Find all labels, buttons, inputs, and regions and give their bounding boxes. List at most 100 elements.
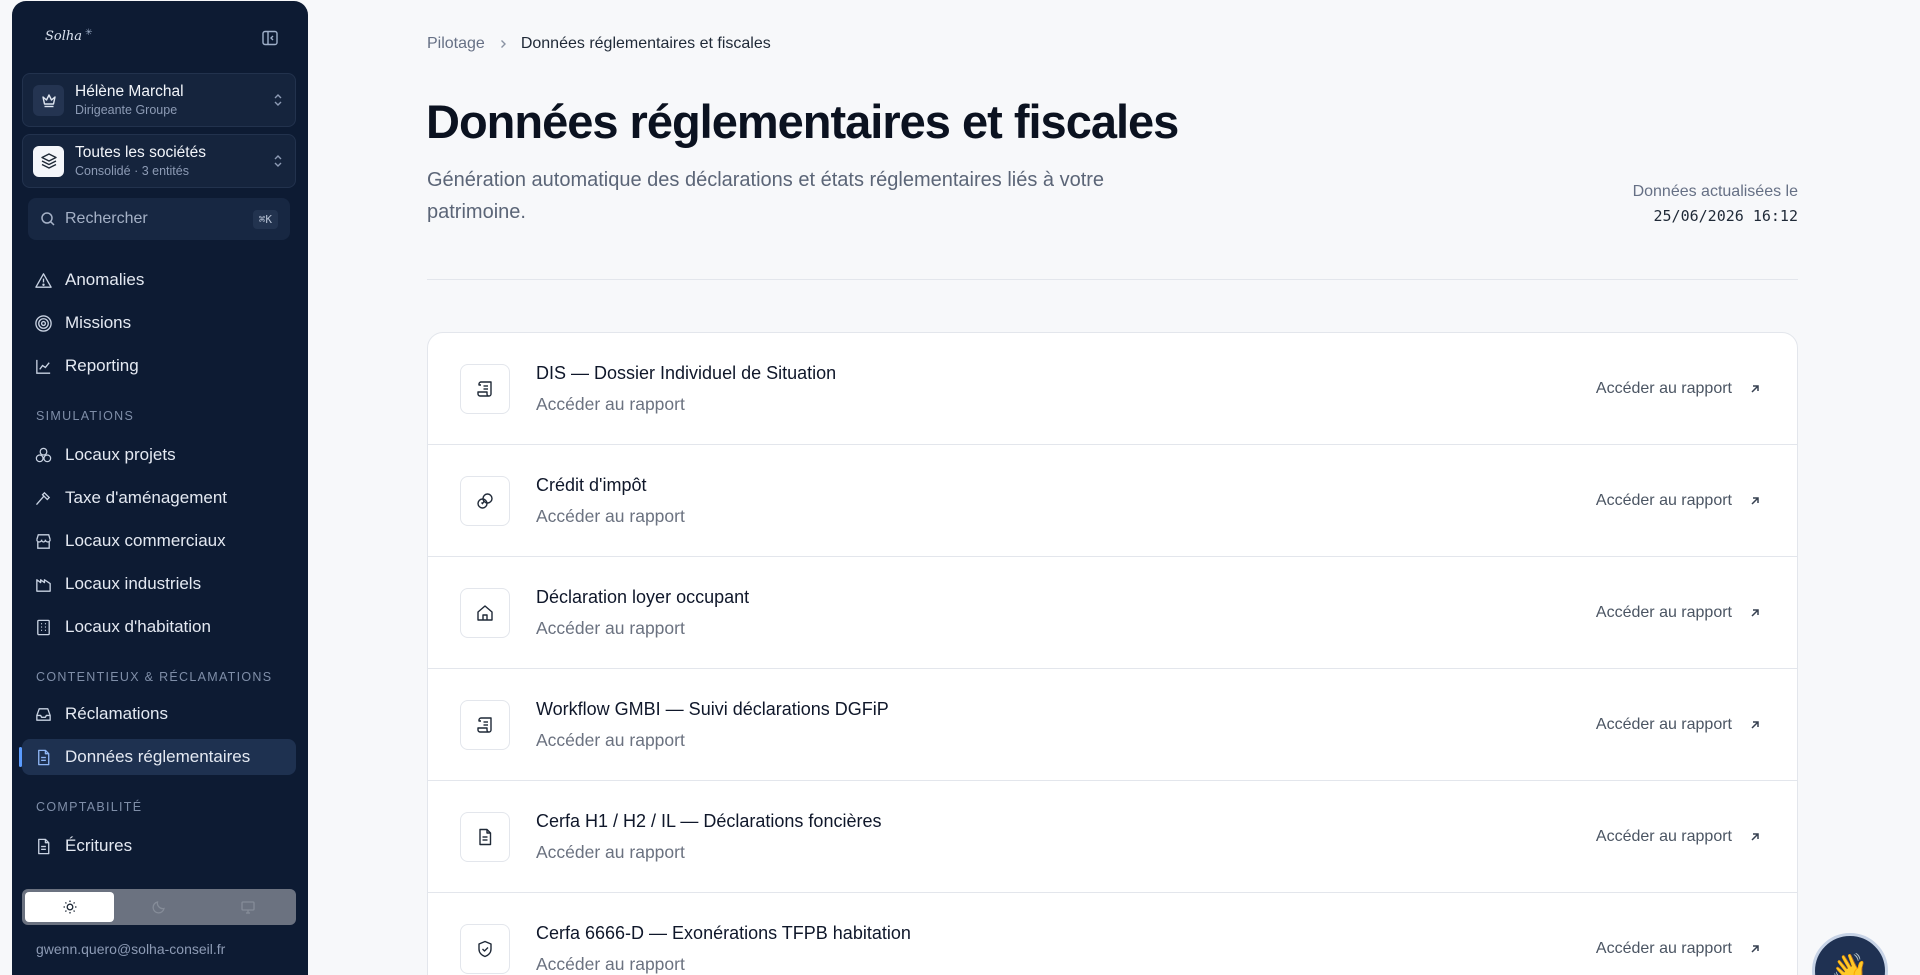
report-subtitle: Accéder au rapport [536, 953, 685, 974]
search-icon [41, 212, 55, 226]
nav-item-reporting[interactable]: Reporting [22, 348, 296, 384]
report-row-credit-impot[interactable]: Crédit d'impôt Accéder au rapport Accéde… [428, 445, 1797, 557]
theme-light-button[interactable] [25, 892, 115, 922]
open-report-label: Accéder au rapport [1595, 379, 1732, 397]
nav-item-missions[interactable]: Missions [22, 305, 296, 341]
report-title: DIS — Dossier Individuel de Situation [536, 362, 837, 383]
arrow-up-right-icon [1751, 720, 1759, 729]
user-role: Dirigeante Groupe [75, 103, 178, 117]
moon-icon [152, 901, 165, 914]
user-name: Hélène Marchal [75, 83, 184, 100]
shield-check-icon [460, 923, 510, 974]
last-updated: Données actualisées le 25/06/2026 16:12 [1633, 183, 1798, 225]
nav-label: Réclamations [65, 704, 168, 723]
report-title: Crédit d'impôt [536, 474, 647, 495]
nav-item-donnees-reglementaires[interactable]: Données réglementaires [19, 739, 296, 775]
logo-text: Solha [45, 29, 83, 44]
divider [427, 279, 1798, 280]
search-placeholder: Rechercher [65, 210, 148, 227]
nav-item-locaux-habitation[interactable]: Locaux d'habitation [22, 609, 296, 645]
sun-icon [63, 900, 77, 914]
hammer-icon [36, 491, 51, 505]
page-description: Génération automatique des déclarations … [427, 169, 1105, 223]
report-subtitle: Accéder au rapport [536, 617, 685, 638]
company-name: Toutes les sociétés [75, 144, 206, 161]
page-title: Données réglementaires et fiscales [426, 95, 1179, 148]
scroll-icon [460, 363, 510, 414]
logo[interactable]: Solha ✳ [45, 27, 93, 44]
nav-label: Locaux commerciaux [65, 531, 226, 550]
chevrons-up-down-icon [274, 94, 282, 106]
nav-item-locaux-projets[interactable]: Locaux projets [22, 437, 296, 473]
home-icon [460, 587, 510, 638]
nav-label: Anomalies [65, 270, 145, 289]
report-title: Déclaration loyer occupant [536, 586, 750, 607]
nav-label: Locaux industriels [65, 574, 202, 593]
company-sub: Consolidé · 3 entités [75, 164, 189, 178]
nav-item-locaux-industriels[interactable]: Locaux industriels [22, 566, 296, 602]
nav-label: Locaux d'habitation [65, 617, 211, 636]
breadcrumb-root[interactable]: Pilotage [427, 35, 485, 53]
report-title: Cerfa 6666-D — Exonérations TFPB habitat… [536, 922, 911, 943]
open-report-label: Accéder au rapport [1595, 939, 1732, 957]
report-subtitle: Accéder au rapport [536, 729, 685, 750]
report-row-workflow-gmbi[interactable]: Workflow GMBI — Suivi déclarations DGFiP… [428, 669, 1797, 781]
report-title: Workflow GMBI — Suivi déclarations DGFiP [536, 698, 889, 719]
report-subtitle: Accéder au rapport [536, 393, 685, 414]
open-report-link[interactable]: Accéder au rapport [1596, 716, 1762, 734]
report-subtitle: Accéder au rapport [536, 505, 685, 526]
breadcrumb: Pilotage Données réglementaires et fisca… [427, 35, 771, 53]
report-title: Cerfa H1 / H2 / IL — Déclarations fonciè… [536, 810, 882, 831]
nav-label: Données réglementaires [65, 747, 251, 766]
arrow-up-right-icon [1751, 832, 1759, 841]
inbox-icon [36, 707, 51, 721]
nav-item-reclamations[interactable]: Réclamations [22, 696, 296, 732]
open-report-link[interactable]: Accéder au rapport [1596, 940, 1762, 958]
waving-hand-icon: 👋 [1831, 953, 1869, 975]
section-title-contentieux: CONTENTIEUX & RÉCLAMATIONS [36, 670, 273, 684]
report-row-loyer-occupant[interactable]: Déclaration loyer occupant Accéder au ra… [428, 557, 1797, 669]
nav-label: Taxe d'aménagement [65, 488, 228, 507]
report-row-dis[interactable]: DIS — Dossier Individuel de Situation Ac… [428, 333, 1797, 445]
open-report-link[interactable]: Accéder au rapport [1596, 604, 1762, 622]
help-chat-button[interactable]: 👋 [1812, 933, 1888, 975]
report-subtitle: Accéder au rapport [536, 841, 685, 862]
report-row-cerfa-h1-h2-il[interactable]: Cerfa H1 / H2 / IL — Déclarations fonciè… [428, 781, 1797, 893]
nav-item-taxe-amenagement[interactable]: Taxe d'aménagement [22, 480, 296, 516]
open-report-link[interactable]: Accéder au rapport [1596, 492, 1762, 510]
company-switcher[interactable]: Toutes les sociétés Consolidé · 3 entité… [22, 134, 296, 188]
target-icon [35, 314, 52, 332]
search-shortcut: ⌘K [252, 209, 278, 229]
last-updated-label: Données actualisées le [1632, 183, 1798, 200]
crown-icon [33, 84, 64, 116]
building-icon [37, 619, 50, 635]
search-input[interactable]: Rechercher ⌘K [28, 198, 290, 240]
nav-label: Missions [65, 313, 132, 332]
nav-item-ecritures[interactable]: Écritures [22, 828, 296, 864]
nav-item-anomalies[interactable]: Anomalies [22, 262, 296, 298]
theme-dark-button[interactable] [114, 892, 203, 922]
last-updated-value: 25/06/2026 16:12 [1653, 207, 1799, 225]
open-report-link[interactable]: Accéder au rapport [1596, 828, 1762, 846]
sparkle-icon: ✳ [85, 27, 93, 37]
theme-system-button[interactable] [204, 892, 293, 922]
file-text-icon [38, 838, 50, 854]
store-icon [36, 533, 51, 549]
alert-triangle-icon [35, 272, 52, 288]
open-report-link[interactable]: Accéder au rapport [1596, 380, 1762, 398]
arrow-up-right-icon [1751, 944, 1759, 953]
arrow-up-right-icon [1751, 384, 1759, 393]
open-report-label: Accéder au rapport [1595, 491, 1732, 509]
theme-toggle [22, 889, 296, 925]
monitor-icon [241, 901, 255, 914]
nav-label: Reporting [65, 356, 139, 375]
user-email[interactable]: gwenn.quero@solha-conseil.fr [36, 941, 225, 957]
file-text-icon [38, 749, 50, 765]
user-switcher[interactable]: Hélène Marchal Dirigeante Groupe [22, 73, 296, 127]
report-row-cerfa-6666d[interactable]: Cerfa 6666-D — Exonérations TFPB habitat… [428, 893, 1797, 975]
sidebar-collapse-icon[interactable] [260, 28, 280, 48]
open-report-label: Accéder au rapport [1595, 827, 1732, 845]
nav-item-locaux-commerciaux[interactable]: Locaux commerciaux [22, 523, 296, 559]
arrow-up-right-icon [1751, 496, 1759, 505]
file-text-icon [460, 811, 510, 862]
